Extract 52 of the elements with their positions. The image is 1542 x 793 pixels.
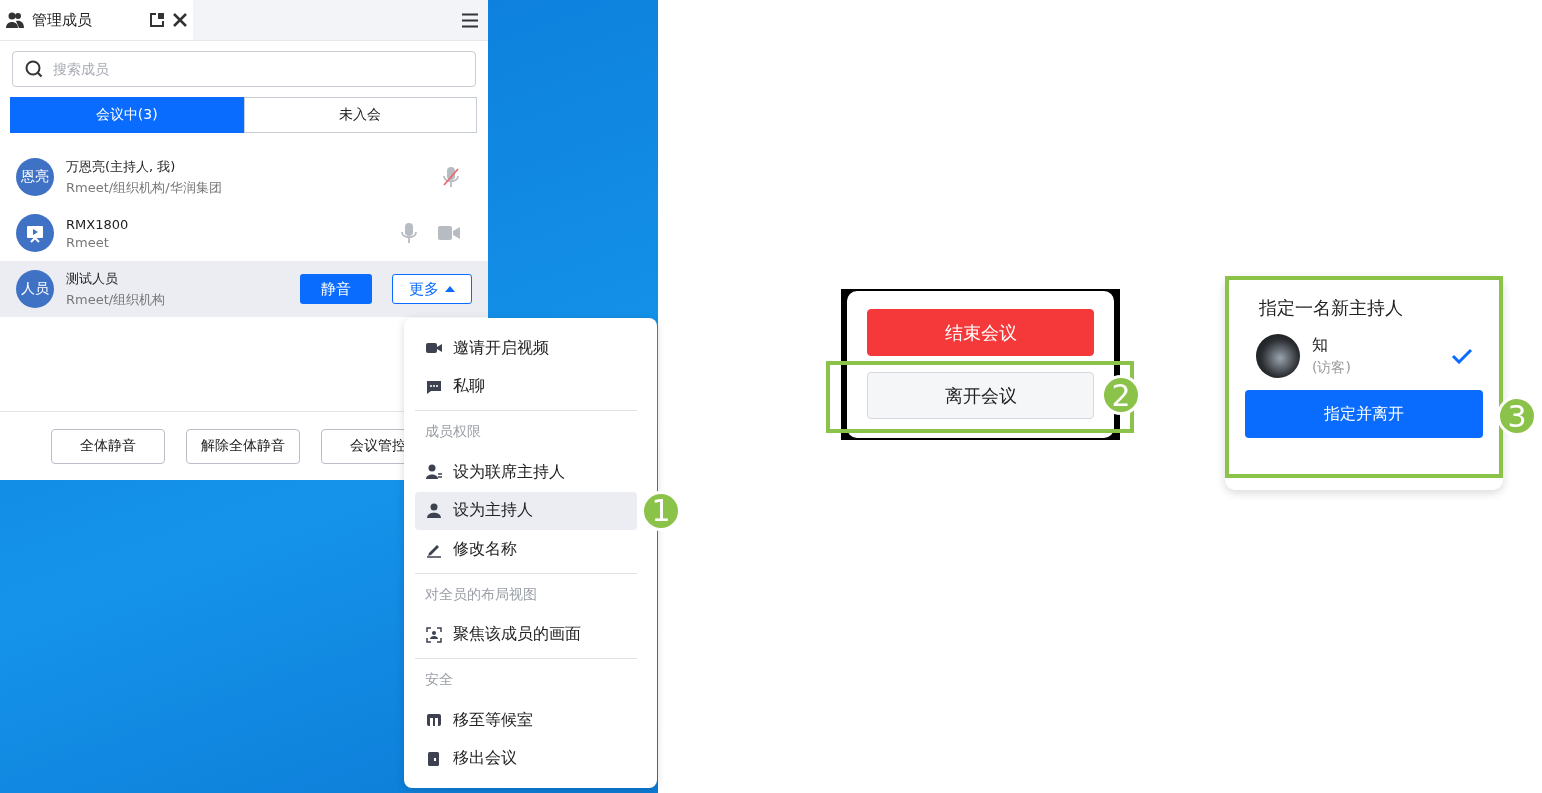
panel-tab[interactable]: 管理成员 (0, 0, 193, 40)
menu-item[interactable]: 聚焦该成员的画面 (415, 615, 637, 655)
focus-icon (425, 625, 443, 644)
photo-placeholder (1256, 334, 1300, 378)
candidate-role: (访客) (1312, 359, 1352, 377)
menu-item[interactable]: 私聊 (415, 367, 637, 407)
more-button[interactable]: 更多 (392, 274, 472, 304)
footer-button[interactable]: 解除全体静音 (186, 428, 300, 464)
candidate-row[interactable]: 知 (访客) (1245, 320, 1483, 390)
device-avatar-icon (16, 214, 54, 252)
menu-section-header: 对全员的布局视图 (415, 572, 637, 616)
step-badge: 3 (1497, 396, 1537, 436)
dialog-title: 指定一名新主持人 (1258, 296, 1404, 320)
close-icon[interactable] (173, 13, 187, 27)
step-badge: 1 (641, 490, 681, 531)
tab-title: 管理成员 (32, 10, 93, 30)
candidate-name: 知 (1312, 335, 1329, 356)
menu-item[interactable]: 修改名称 (415, 530, 637, 569)
muted-mic-icon (442, 166, 460, 188)
member-tab[interactable]: 会议中(3) (10, 97, 244, 133)
cohost-icon (425, 463, 443, 482)
mic-icon (400, 222, 418, 244)
avatar: 人员 (16, 270, 54, 308)
search-icon (25, 60, 43, 78)
search-field[interactable]: 搜索成员 (53, 54, 463, 84)
people-icon (6, 11, 24, 29)
member-org: Rmeet/组织机构 (66, 290, 167, 309)
chat-icon (425, 378, 443, 396)
mute-button[interactable]: 静音 (300, 274, 372, 304)
member-row[interactable]: RMX1800 Rmeet (0, 205, 488, 261)
member-row[interactable]: 恩亮 万恩亮(主持人, 我) Rmeet/组织机构/华润集团 (0, 149, 488, 205)
menu-item[interactable]: 移出会议 (415, 739, 637, 779)
member-org: Rmeet (66, 234, 110, 250)
member-org: Rmeet/组织机构/华润集团 (66, 178, 223, 197)
member-row[interactable]: 人员 测试人员 Rmeet/组织机构 静音 更多 (0, 261, 488, 317)
search-bar[interactable]: 搜索成员 (12, 51, 476, 87)
menu-item[interactable]: 移至等候室 (415, 700, 637, 740)
person-icon (425, 501, 443, 520)
popout-icon[interactable] (149, 12, 165, 28)
menu-section-header: 安全 (415, 658, 637, 701)
caret-icon (445, 286, 455, 292)
menu-icon[interactable] (462, 12, 478, 28)
member-tab[interactable]: 未入会 (243, 97, 477, 133)
member-name: 万恩亮(主持人, 我) (66, 157, 177, 176)
menu-section-header: 成员权限 (415, 410, 637, 453)
member-name: 测试人员 (66, 269, 119, 288)
meeting-button[interactable]: 结束会议 (867, 309, 1094, 356)
avatar: 恩亮 (16, 158, 54, 196)
menu-item[interactable]: 邀请开启视频 (415, 329, 637, 368)
footer-button[interactable]: 全体静音 (51, 428, 165, 464)
step-badge: 2 (1101, 375, 1141, 415)
member-name: RMX1800 (66, 216, 130, 232)
